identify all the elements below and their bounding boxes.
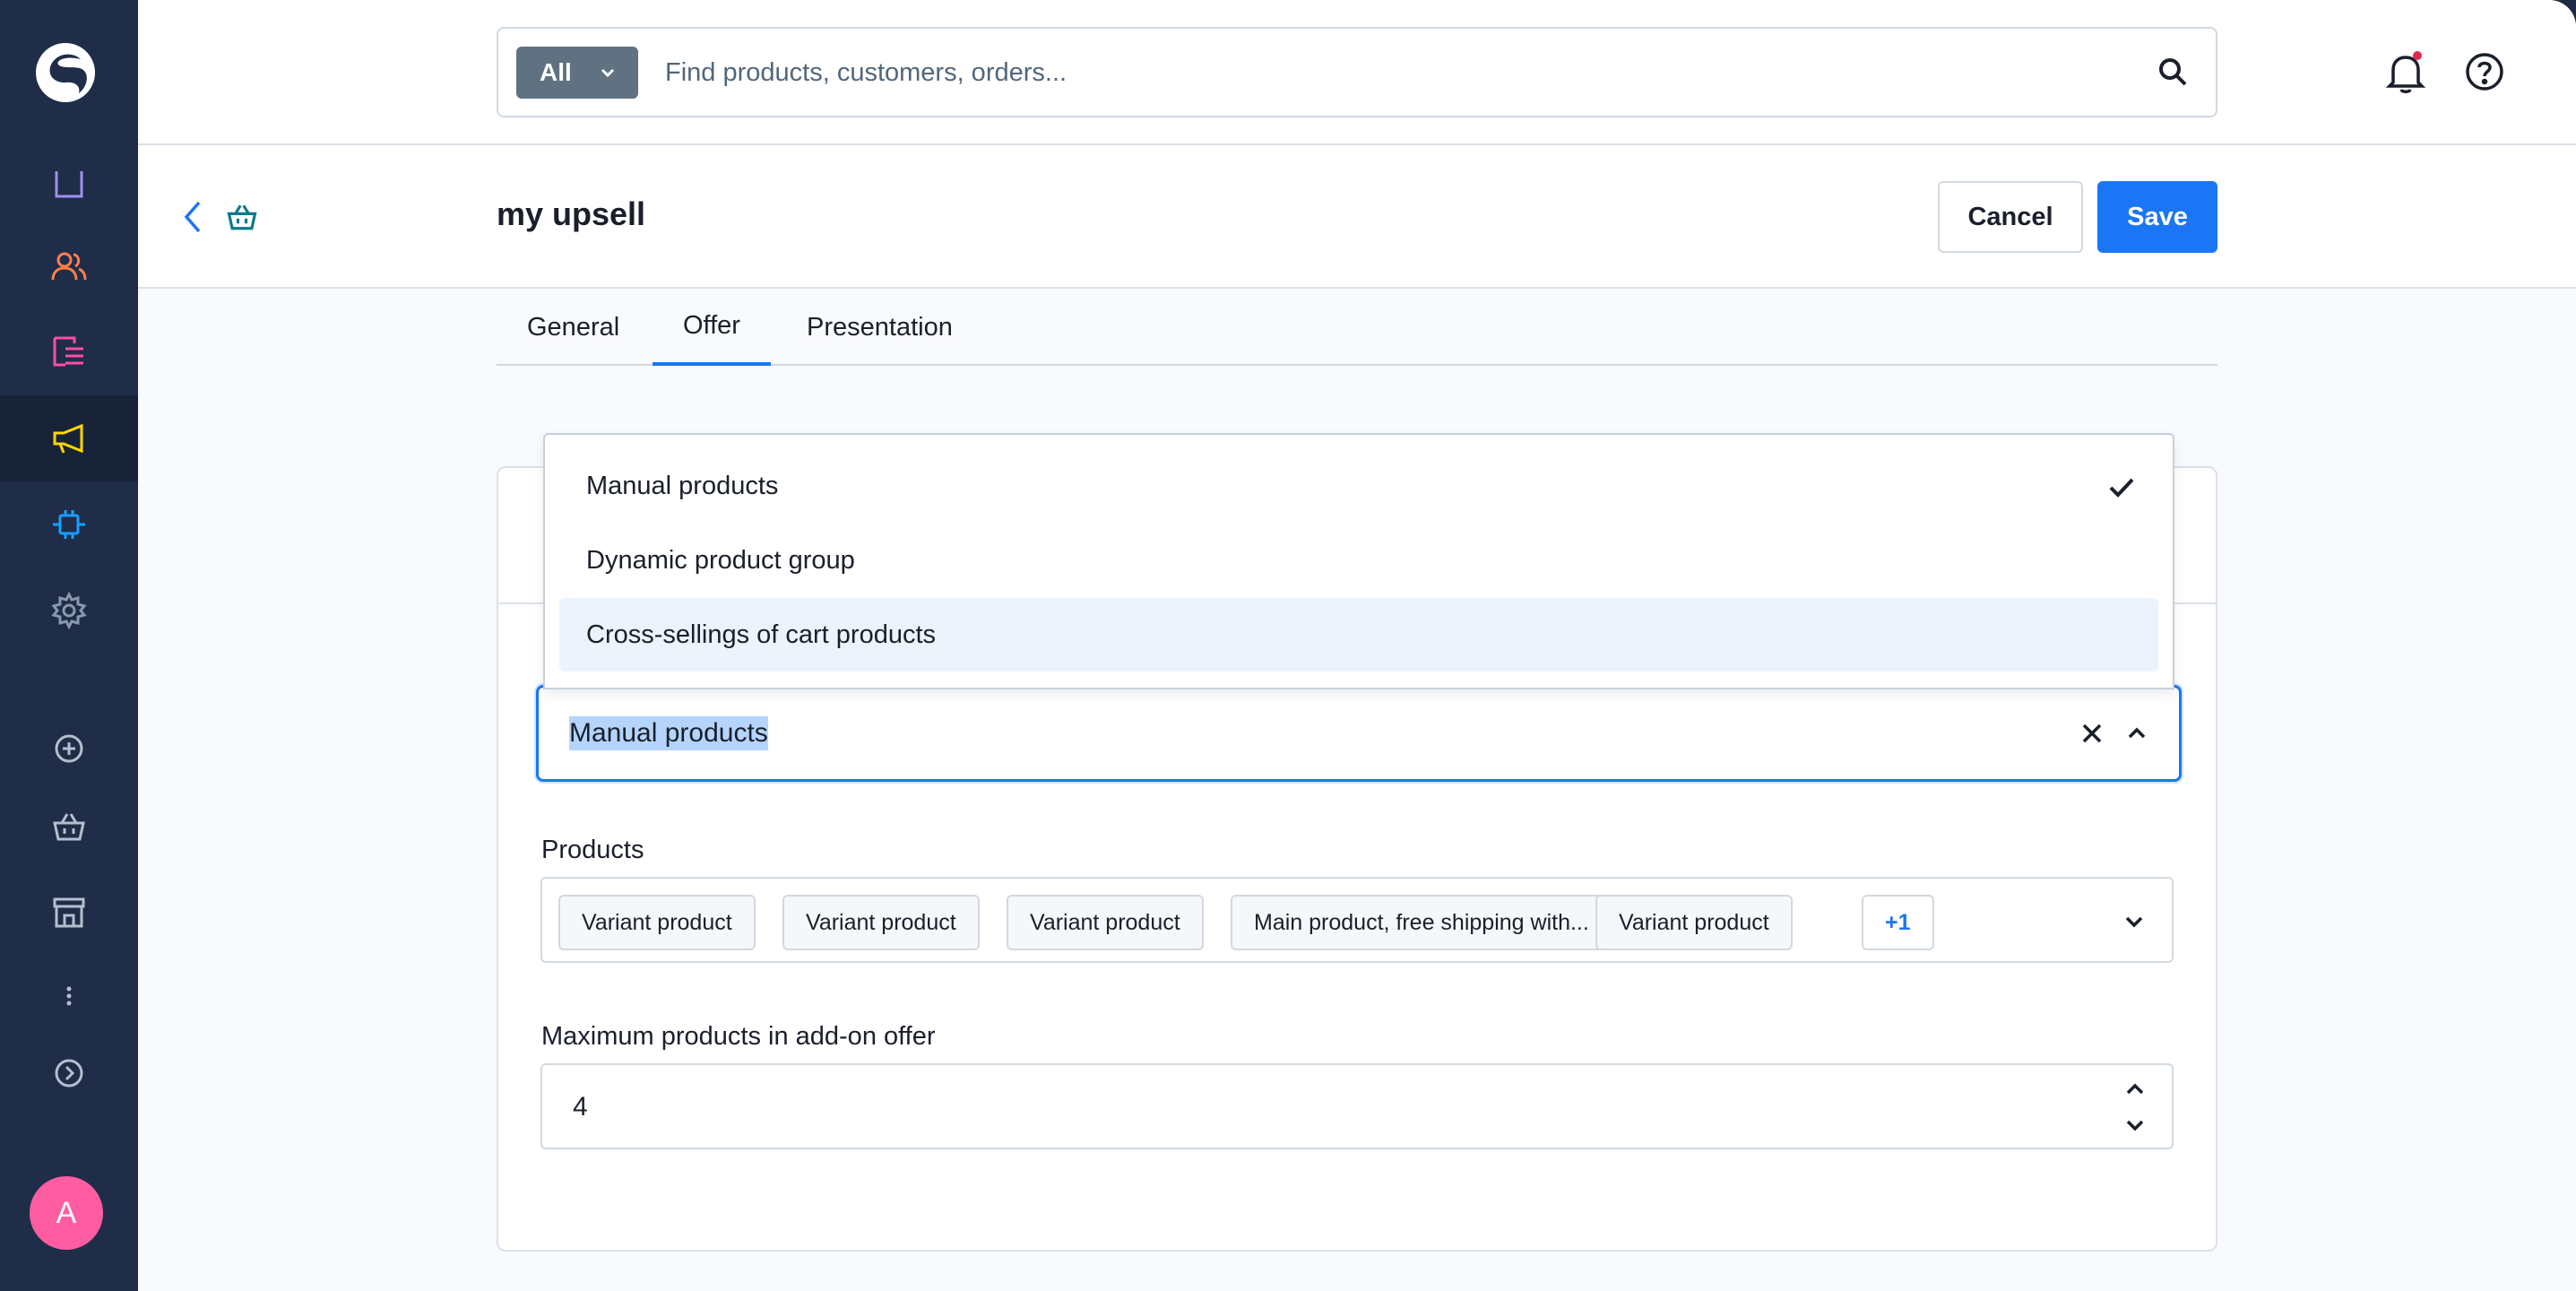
help-icon[interactable] <box>2463 50 2506 93</box>
save-button[interactable]: Save <box>2097 181 2217 253</box>
top-search-bar: All <box>138 0 2576 145</box>
dropdown-option-label: Cross-sellings of cart products <box>586 620 937 649</box>
page-title: my upsell <box>497 195 646 232</box>
offer-type-dropdown: Manual products Dynamic product group Cr… <box>543 433 2174 689</box>
cancel-button[interactable]: Cancel <box>1938 181 2083 253</box>
sidebar-item-more[interactable] <box>0 953 138 1039</box>
tab-bar: General Offer Presentation <box>497 289 2217 366</box>
tab-offer[interactable]: Offer <box>653 289 771 366</box>
extensions-icon <box>53 510 85 539</box>
decrement-chevron-down-icon[interactable] <box>2123 1115 2147 1135</box>
page-header: my upsell Cancel Save <box>138 145 2576 289</box>
sidebar-item-settings[interactable] <box>0 568 138 654</box>
products-multiselect[interactable]: Variant product Variant product Variant … <box>540 877 2174 963</box>
max-products-value: 4 <box>573 1092 588 1122</box>
products-label: Products <box>541 836 644 864</box>
sidebar-item-customers[interactable] <box>0 224 138 310</box>
tab-presentation[interactable]: Presentation <box>807 289 953 366</box>
shopware-logo[interactable] <box>34 41 97 104</box>
offer-type-selected-value: Manual products <box>569 716 768 750</box>
product-chip[interactable]: Variant product <box>558 895 756 950</box>
main-content: All my upsell Cancel Save General Offer … <box>138 0 2576 1291</box>
search-input[interactable] <box>665 47 2135 99</box>
dropdown-option-label: Manual products <box>586 471 779 500</box>
dropdown-option[interactable]: Dynamic product group <box>559 524 2158 597</box>
more-icon <box>66 986 72 1006</box>
customers-icon <box>51 252 87 281</box>
user-avatar[interactable]: A <box>30 1176 103 1250</box>
expand-icon <box>55 1059 83 1087</box>
admin-sidebar: A <box>0 0 138 1291</box>
catalogue-icon <box>55 171 83 198</box>
upsell-basket-icon <box>227 204 257 230</box>
search-icon[interactable] <box>2157 56 2189 88</box>
product-chip[interactable]: Variant product <box>1595 895 1793 950</box>
checkmark-icon <box>2109 478 2134 498</box>
dropdown-option[interactable]: Cross-sellings of cart products <box>559 598 2158 671</box>
sidebar-item-marketing[interactable] <box>0 395 138 481</box>
clear-icon[interactable] <box>2079 720 2105 747</box>
add-icon <box>55 734 83 763</box>
sidebar-item-add-sales-channel[interactable] <box>0 706 138 792</box>
chevron-down-icon[interactable] <box>2122 909 2147 934</box>
back-arrow-icon[interactable] <box>177 199 210 235</box>
chevron-down-icon <box>601 68 615 78</box>
sidebar-item-storefront-channel[interactable] <box>0 784 138 870</box>
settings-icon <box>51 591 87 630</box>
notification-bell-icon[interactable] <box>2384 50 2427 95</box>
product-chip[interactable]: Variant product <box>1007 895 1204 950</box>
sidebar-item-orders[interactable] <box>0 309 138 395</box>
sales-channel-basket-icon <box>53 813 85 841</box>
tab-general[interactable]: General <box>527 289 619 366</box>
global-search: All <box>497 27 2217 117</box>
increment-chevron-up-icon[interactable] <box>2123 1079 2147 1099</box>
chevron-up-icon[interactable] <box>2123 720 2150 747</box>
more-products-badge[interactable]: +1 <box>1862 895 1934 950</box>
product-chip[interactable]: Variant product <box>782 895 980 950</box>
sidebar-expand-toggle[interactable] <box>0 1030 138 1116</box>
orders-icon <box>53 336 83 367</box>
offer-type-select[interactable]: Manual products <box>536 685 2182 782</box>
max-products-input[interactable]: 4 <box>540 1063 2174 1149</box>
sidebar-item-headless-channel[interactable] <box>0 869 138 955</box>
dropdown-option-label: Dynamic product group <box>586 545 855 575</box>
search-scope-label: All <box>540 58 572 86</box>
storefront-icon <box>53 897 85 928</box>
max-products-label: Maximum products in add-on offer <box>541 1022 936 1051</box>
dropdown-option[interactable]: Manual products <box>559 449 2158 523</box>
product-chip[interactable]: Main product, free shipping with... <box>1231 895 1612 950</box>
sidebar-item-catalogues[interactable] <box>0 141 138 227</box>
marketing-icon <box>53 423 83 454</box>
search-scope-dropdown[interactable]: All <box>516 47 638 99</box>
sidebar-item-extensions[interactable] <box>0 481 138 568</box>
